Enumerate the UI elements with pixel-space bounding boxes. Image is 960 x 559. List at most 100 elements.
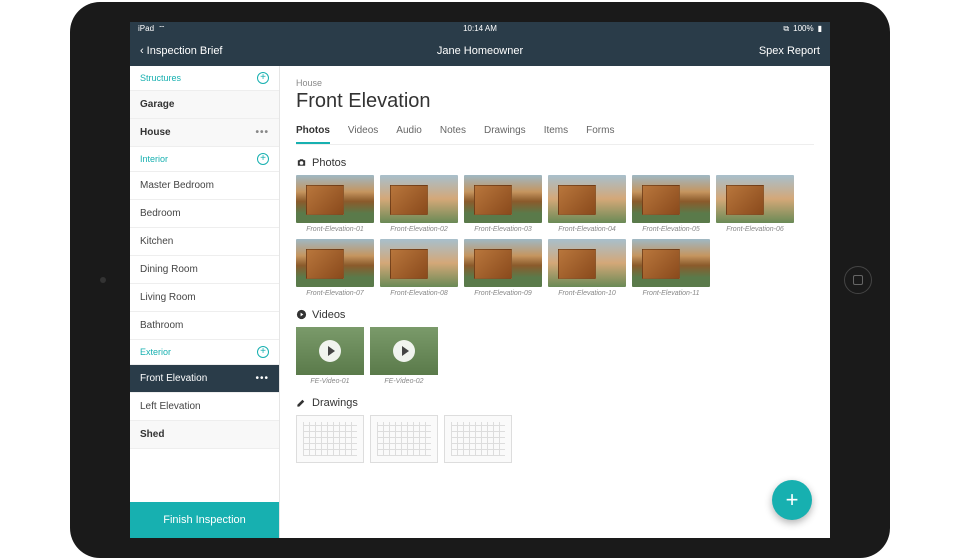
- video-thumb[interactable]: FE-Video-02: [370, 327, 438, 385]
- sidebar-item-label: Kitchen: [140, 236, 173, 247]
- sidebar-item-label: House: [140, 127, 171, 138]
- add-icon[interactable]: +: [257, 153, 269, 165]
- camera-icon: [296, 157, 307, 168]
- photo-thumb[interactable]: Front-Elevation-06: [716, 175, 794, 233]
- tab-drawings[interactable]: Drawings: [484, 125, 526, 144]
- sidebar-item-label: Bathroom: [140, 320, 183, 331]
- play-icon: [296, 309, 307, 320]
- nav-bar: ‹ Inspection Brief Jane Homeowner Spex R…: [130, 36, 830, 66]
- sidebar-item-left-elevation[interactable]: Left Elevation: [130, 393, 279, 421]
- breadcrumb: House: [296, 78, 814, 88]
- clock: 10:14 AM: [463, 24, 497, 33]
- sidebar-item-label: Front Elevation: [140, 373, 207, 384]
- thumb-image: [296, 175, 374, 223]
- sidebar-item-house[interactable]: House •••: [130, 119, 279, 147]
- sidebar-item-kitchen[interactable]: Kitchen: [130, 228, 279, 256]
- sidebar-item-label: Bedroom: [140, 208, 181, 219]
- bluetooth-icon: ⧉: [783, 24, 789, 34]
- thumb-image: [296, 239, 374, 287]
- sidebar-item-front-elevation[interactable]: Front Elevation •••: [130, 365, 279, 393]
- content: Structures + Garage House••• Interior + …: [130, 66, 830, 538]
- thumb-image: [370, 327, 438, 375]
- back-button[interactable]: ‹ Inspection Brief: [140, 45, 223, 57]
- thumb-image: [380, 239, 458, 287]
- sidebar-header-exterior: Exterior +: [130, 340, 279, 365]
- photo-thumb[interactable]: Front-Elevation-02: [380, 175, 458, 233]
- page-title: Jane Homeowner: [437, 45, 523, 57]
- drawings-section: Drawings: [296, 397, 814, 463]
- detail-title: Front Elevation: [296, 90, 814, 113]
- sidebar-item-bedroom[interactable]: Bedroom: [130, 200, 279, 228]
- drawing-thumb[interactable]: [296, 415, 364, 463]
- sidebar-header-structures: Structures +: [130, 66, 279, 91]
- pencil-icon: [296, 397, 307, 408]
- thumb-label: Front-Elevation-11: [632, 290, 710, 297]
- photo-thumb[interactable]: Front-Elevation-04: [548, 175, 626, 233]
- sidebar-item-garage[interactable]: Garage: [130, 91, 279, 119]
- thumb-image: [464, 175, 542, 223]
- add-fab[interactable]: +: [772, 480, 812, 520]
- tab-videos[interactable]: Videos: [348, 125, 378, 144]
- thumb-image: [464, 239, 542, 287]
- add-icon[interactable]: +: [257, 72, 269, 84]
- tab-photos[interactable]: Photos: [296, 125, 330, 144]
- thumb-label: Front-Elevation-09: [464, 290, 542, 297]
- thumb-label: Front-Elevation-03: [464, 226, 542, 233]
- ipad-frame: iPad ⌔ 10:14 AM ⧉ 100% ▮ ‹ Inspection Br…: [70, 2, 890, 558]
- wifi-icon: ⌔: [158, 24, 166, 34]
- thumb-image: [548, 175, 626, 223]
- sidebar-item-living-room[interactable]: Living Room: [130, 284, 279, 312]
- thumb-label: FE-Video-01: [296, 378, 364, 385]
- tab-audio[interactable]: Audio: [396, 125, 422, 144]
- sidebar-item-dining-room[interactable]: Dining Room: [130, 256, 279, 284]
- battery-label: 100%: [793, 24, 813, 33]
- photo-thumb[interactable]: Front-Elevation-10: [548, 239, 626, 297]
- thumb-image: [296, 327, 364, 375]
- thumb-label: Front-Elevation-05: [632, 226, 710, 233]
- battery-icon: ▮: [818, 24, 822, 33]
- home-button[interactable]: [844, 266, 872, 294]
- report-button[interactable]: Spex Report: [759, 45, 820, 57]
- video-thumb[interactable]: FE-Video-01: [296, 327, 364, 385]
- photo-thumb[interactable]: Front-Elevation-05: [632, 175, 710, 233]
- more-icon[interactable]: •••: [255, 373, 269, 384]
- section-title: Drawings: [312, 397, 358, 409]
- thumb-image: [632, 239, 710, 287]
- more-icon[interactable]: •••: [255, 127, 269, 138]
- tab-forms[interactable]: Forms: [586, 125, 614, 144]
- thumb-label: Front-Elevation-10: [548, 290, 626, 297]
- screen: iPad ⌔ 10:14 AM ⧉ 100% ▮ ‹ Inspection Br…: [130, 22, 830, 538]
- photo-thumb[interactable]: Front-Elevation-11: [632, 239, 710, 297]
- photos-section: Photos Front-Elevation-01 Front-Elevation…: [296, 157, 814, 297]
- photo-thumb[interactable]: Front-Elevation-09: [464, 239, 542, 297]
- carrier-label: iPad: [138, 24, 154, 33]
- add-icon[interactable]: +: [257, 346, 269, 358]
- status-bar: iPad ⌔ 10:14 AM ⧉ 100% ▮: [130, 22, 830, 36]
- drawing-thumb[interactable]: [370, 415, 438, 463]
- chevron-left-icon: ‹: [140, 45, 144, 57]
- sidebar-header-label: Exterior: [140, 347, 171, 357]
- back-label: Inspection Brief: [147, 45, 223, 57]
- thumb-label: Front-Elevation-06: [716, 226, 794, 233]
- thumb-label: Front-Elevation-08: [380, 290, 458, 297]
- thumb-image: [548, 239, 626, 287]
- photo-thumb[interactable]: Front-Elevation-08: [380, 239, 458, 297]
- drawing-thumb[interactable]: [444, 415, 512, 463]
- thumb-image: [632, 175, 710, 223]
- thumb-label: FE-Video-02: [370, 378, 438, 385]
- photo-thumb[interactable]: Front-Elevation-07: [296, 239, 374, 297]
- section-title: Videos: [312, 309, 345, 321]
- sidebar-item-label: Shed: [140, 429, 164, 440]
- sidebar-item-shed[interactable]: Shed: [130, 421, 279, 449]
- section-title: Photos: [312, 157, 346, 169]
- finish-button[interactable]: Finish Inspection: [130, 502, 279, 538]
- sidebar-item-master-bedroom[interactable]: Master Bedroom: [130, 172, 279, 200]
- tab-notes[interactable]: Notes: [440, 125, 466, 144]
- photo-thumb[interactable]: Front-Elevation-03: [464, 175, 542, 233]
- tabs: Photos Videos Audio Notes Drawings Items…: [296, 125, 814, 145]
- tab-items[interactable]: Items: [544, 125, 568, 144]
- thumb-label: Front-Elevation-01: [296, 226, 374, 233]
- photo-thumb[interactable]: Front-Elevation-01: [296, 175, 374, 233]
- camera: [100, 277, 106, 283]
- sidebar-item-bathroom[interactable]: Bathroom: [130, 312, 279, 340]
